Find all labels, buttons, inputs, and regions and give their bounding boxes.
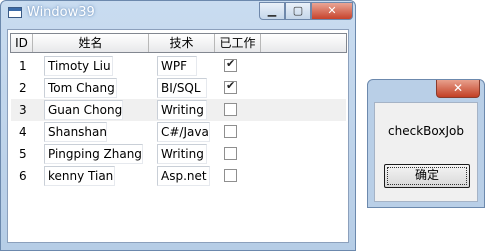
message-box: ✕ checkBoxJob 确定 (367, 79, 485, 208)
row-id: 6 (19, 169, 27, 183)
row-id: 3 (19, 103, 27, 117)
title-bar[interactable]: Window39 ▁ ▢ ✕ (1, 1, 355, 27)
worked-checkbox[interactable] (224, 125, 237, 138)
row-id: 1 (19, 59, 27, 73)
table-row[interactable]: 4 Shanshan C#/Java (11, 121, 346, 143)
name-textbox[interactable]: Tom Chang (44, 78, 117, 98)
row-id: 4 (19, 125, 27, 139)
ok-button[interactable]: 确定 (384, 164, 470, 188)
message-box-client: checkBoxJob 确定 (374, 102, 478, 202)
message-box-close-button[interactable]: ✕ (436, 80, 480, 98)
name-textbox[interactable]: Guan Chong (44, 100, 123, 120)
table-row[interactable]: 2 Tom Chang BI/SQL (11, 77, 346, 99)
table-row[interactable]: 6 kenny Tian Asp.net (11, 165, 346, 187)
grid-header: ID 姓名 技术 已工作 (10, 33, 347, 53)
table-row[interactable]: 1 Timoty Liu WPF (11, 55, 346, 77)
column-header-id[interactable]: ID (11, 34, 33, 52)
name-textbox[interactable]: Timoty Liu (44, 56, 113, 76)
name-textbox[interactable]: kenny Tian (44, 166, 115, 186)
column-header-worked[interactable]: 已工作 (215, 34, 261, 52)
main-window: Window39 ▁ ▢ ✕ ID 姓名 技术 已工作 1 Timoty Liu… (0, 0, 356, 251)
window-app-icon (8, 7, 22, 18)
name-textbox[interactable]: Shanshan (44, 122, 107, 142)
tech-textbox[interactable]: Asp.net (157, 166, 210, 186)
row-id: 2 (19, 81, 27, 95)
tech-textbox[interactable]: BI/SQL (157, 78, 207, 98)
table-row[interactable]: 5 Pingping Zhang Writing (11, 143, 346, 165)
maximize-button[interactable]: ▢ (285, 2, 311, 20)
column-header-filler (261, 34, 346, 52)
worked-checkbox[interactable] (224, 57, 237, 72)
worked-checkbox[interactable] (224, 79, 237, 94)
window-title: Window39 (27, 5, 95, 20)
column-header-tech[interactable]: 技术 (149, 34, 215, 52)
worked-checkbox[interactable] (224, 147, 237, 160)
column-header-name[interactable]: 姓名 (33, 34, 149, 52)
tech-textbox[interactable]: Writing (157, 144, 207, 164)
worked-checkbox[interactable] (224, 103, 237, 116)
table-row[interactable]: 3 Guan Chong Writing (11, 99, 346, 121)
tech-textbox[interactable]: Writing (157, 100, 207, 120)
minimize-button[interactable]: ▁ (259, 2, 285, 20)
tech-textbox[interactable]: C#/Java (157, 122, 210, 142)
message-text: checkBoxJob (388, 124, 464, 138)
close-button[interactable]: ✕ (311, 2, 353, 20)
row-id: 5 (19, 147, 27, 161)
name-textbox[interactable]: Pingping Zhang (44, 144, 143, 164)
window-client-area: ID 姓名 技术 已工作 1 Timoty Liu WPF 2 Tom Chan… (7, 29, 349, 243)
worked-checkbox[interactable] (224, 169, 237, 182)
tech-textbox[interactable]: WPF (157, 56, 197, 76)
